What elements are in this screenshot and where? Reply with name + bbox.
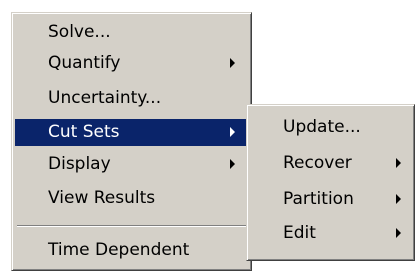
menu-separator: [17, 225, 246, 227]
cut-sets-parent-menu: Solve... Quantify Uncertainty... Cut Set…: [11, 12, 252, 271]
menu-item-label: Partition: [283, 189, 354, 209]
menu-item-label: Uncertainty...: [48, 88, 162, 108]
menu-item-view-results[interactable]: View Results: [15, 185, 248, 211]
submenu-arrow-icon: [230, 127, 235, 137]
submenu-arrow-icon: [396, 194, 401, 204]
submenu-arrow-icon: [396, 228, 401, 238]
menu-item-label: View Results: [48, 188, 156, 208]
menu-item-label: Solve...: [48, 22, 111, 42]
menu-item-label: Recover: [283, 153, 352, 173]
menu-item-quantify[interactable]: Quantify: [15, 50, 248, 76]
submenu-arrow-icon: [230, 58, 235, 68]
menu-item-edit[interactable]: Edit: [250, 220, 411, 246]
submenu-arrow-icon: [396, 158, 401, 168]
menu-item-cut-sets[interactable]: Cut Sets: [15, 119, 248, 146]
menu-item-display[interactable]: Display: [15, 151, 248, 177]
menu-item-recover[interactable]: Recover: [250, 150, 411, 176]
menu-item-label: Display: [48, 154, 111, 174]
menu-item-label: Edit: [283, 223, 316, 243]
menu-item-uncertainty[interactable]: Uncertainty...: [15, 85, 248, 111]
menu-item-partition[interactable]: Partition: [250, 186, 411, 212]
menu-item-label: Cut Sets: [48, 122, 120, 142]
submenu-arrow-icon: [230, 159, 235, 169]
menu-item-update[interactable]: Update...: [250, 114, 411, 140]
menu-item-solve[interactable]: Solve...: [15, 19, 248, 45]
menu-item-label: Quantify: [48, 53, 121, 73]
menu-item-time-dependent[interactable]: Time Dependent: [15, 237, 248, 263]
menu-item-label: Time Dependent: [48, 240, 190, 260]
cut-sets-submenu: Update... Recover Partition Edit: [246, 104, 415, 261]
menu-item-label: Update...: [283, 117, 361, 137]
